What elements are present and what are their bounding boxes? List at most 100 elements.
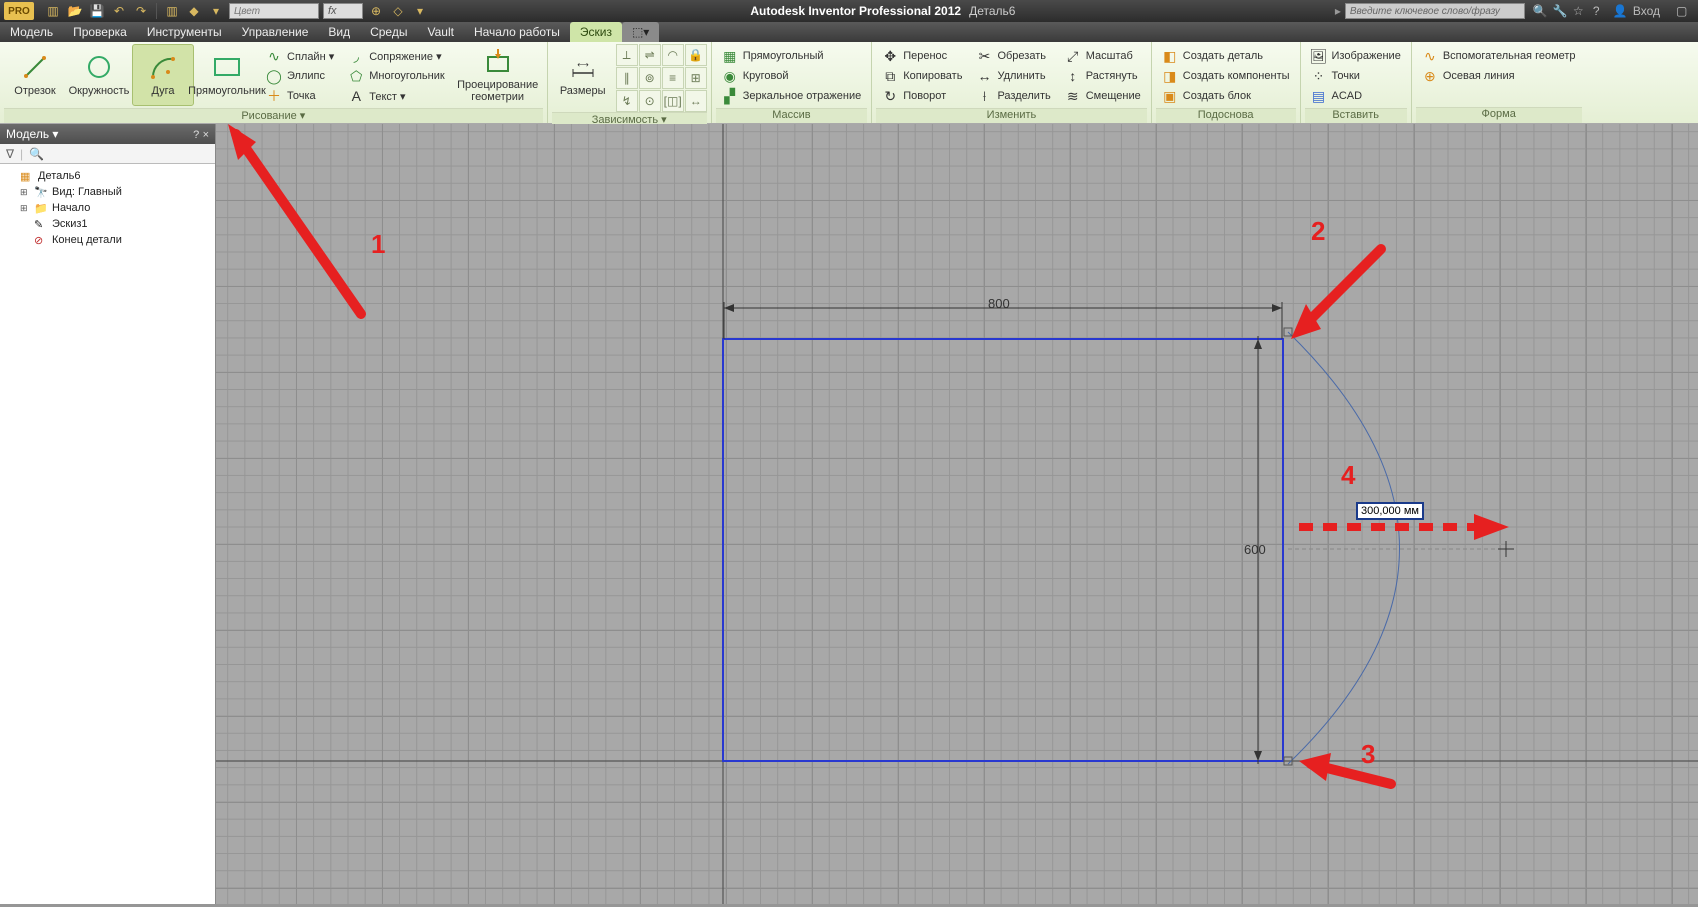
close-icon[interactable]: × <box>203 129 209 141</box>
make-comp-button[interactable]: ◨Создать компоненты <box>1158 66 1294 86</box>
constraint-icon[interactable]: ◠ <box>662 44 684 66</box>
tab-getstarted[interactable]: Начало работы <box>464 22 570 42</box>
fillet-button[interactable]: ◞Сопряжение ▾ <box>344 46 448 66</box>
qat-dropdown-icon[interactable]: ▾ <box>411 2 429 20</box>
tree-node[interactable]: ✎Эскиз1 <box>2 216 213 232</box>
dimension-button[interactable]: ⟷ Размеры <box>552 44 614 106</box>
app-badge[interactable]: PRO <box>4 2 34 20</box>
open-icon[interactable]: 📂 <box>66 2 84 20</box>
user-icon[interactable]: 👤 <box>1613 4 1627 18</box>
tree-node[interactable]: ▦Деталь6 <box>2 168 213 184</box>
key-icon[interactable]: 🔧 <box>1553 4 1567 18</box>
trim-button[interactable]: ✂Обрезать <box>972 46 1054 66</box>
segment-button[interactable]: Отрезок <box>4 44 66 106</box>
exchange-icon[interactable]: ☆ <box>1573 4 1587 18</box>
constraint-icon[interactable]: [◫] <box>662 90 684 112</box>
construction-button[interactable]: ∿Вспомогательная геометр <box>1418 46 1580 66</box>
extend-button[interactable]: ↔Удлинить <box>972 66 1054 86</box>
constraint-icon[interactable]: ↯ <box>616 90 638 112</box>
constraint-grid: ⟂ ⇌ ◠ 🔒 ∥ ⊚ ≡ ⊞ ↯ ⊙ [◫] ↔ <box>616 44 707 112</box>
qat-icon[interactable]: ▾ <box>207 2 225 20</box>
text-button[interactable]: AТекст ▾ <box>344 86 448 106</box>
dimension-input[interactable]: 300,000 мм <box>1356 502 1424 520</box>
help-icon[interactable]: ? <box>193 129 199 141</box>
tree-node[interactable]: ⊞🔭Вид: Главный <box>2 184 213 200</box>
dim-height[interactable]: 600 <box>1244 542 1266 557</box>
qat-icon[interactable]: ◆ <box>185 2 203 20</box>
project-geom-button[interactable]: Проецирование геометрии <box>453 44 543 106</box>
rect-pattern-button[interactable]: ▦Прямоугольный <box>718 46 866 66</box>
filter-icon[interactable]: ∇ <box>6 147 14 161</box>
tab-inspect[interactable]: Проверка <box>63 22 137 42</box>
constraint-icon[interactable]: ↔ <box>685 90 707 112</box>
scale-button[interactable]: ⤢Масштаб <box>1061 46 1145 66</box>
arc-button[interactable]: Дуга <box>132 44 194 106</box>
annotation-num-1: 1 <box>371 229 385 260</box>
split-button[interactable]: ⟊Разделить <box>972 86 1054 106</box>
centerline-button[interactable]: ⊕Осевая линия <box>1418 66 1580 86</box>
constraint-icon[interactable]: ≡ <box>662 67 684 89</box>
mirror-button[interactable]: ▞Зеркальное отражение <box>718 86 866 106</box>
tree-node[interactable]: ⊘Конец детали <box>2 232 213 248</box>
tab-view[interactable]: Вид <box>318 22 360 42</box>
tree-node[interactable]: ⊞📁Начало <box>2 200 213 216</box>
login-button[interactable]: Вход <box>1633 4 1660 18</box>
undo-icon[interactable]: ↶ <box>110 2 128 20</box>
circle-button[interactable]: Окружность <box>68 44 130 106</box>
tab-model[interactable]: Модель <box>0 22 63 42</box>
constraint-icon[interactable]: ⊞ <box>685 67 707 89</box>
tab-vault[interactable]: Vault <box>417 22 463 42</box>
circ-pattern-button[interactable]: ◉Круговой <box>718 66 866 86</box>
search-arrow-icon[interactable]: ▸ <box>1331 4 1345 18</box>
polygon-icon: ⬠ <box>348 68 364 84</box>
extend-icon: ↔ <box>976 68 992 84</box>
constraint-icon[interactable]: ⊙ <box>639 90 661 112</box>
image-button[interactable]: 🖼Изображение <box>1307 46 1405 66</box>
binoculars-icon[interactable]: 🔍 <box>1533 4 1547 18</box>
tab-sketch[interactable]: Эскиз <box>570 22 622 42</box>
qat-icon[interactable]: ⊕ <box>367 2 385 20</box>
ellipse-button[interactable]: ◯Эллипс <box>262 66 338 86</box>
constraint-icon[interactable]: ⟂ <box>616 44 638 66</box>
browser-title[interactable]: Модель ▾ <box>6 127 58 141</box>
help-icon[interactable]: ? <box>1593 4 1607 18</box>
rectangle-button[interactable]: Прямоугольник <box>196 44 258 106</box>
spline-icon: ∿ <box>266 48 282 64</box>
new-icon[interactable]: ▥ <box>44 2 62 20</box>
tab-env[interactable]: Среды <box>360 22 417 42</box>
tab-tools[interactable]: Инструменты <box>137 22 232 42</box>
polygon-button[interactable]: ⬠Многоугольник <box>344 66 448 86</box>
minimize-icon[interactable]: ▢ <box>1676 4 1690 18</box>
color-selector[interactable]: Цвет <box>229 3 319 19</box>
spline-button[interactable]: ∿Сплайн ▾ <box>262 46 338 66</box>
points-button[interactable]: ⁘Точки <box>1307 66 1405 86</box>
sketch-canvas[interactable]: 800 600 300,000 мм 1 2 3 4 <box>216 124 1698 904</box>
ribbon: Отрезок Окружность Дуга Прямоугольник ∿С… <box>0 42 1698 124</box>
tab-extra[interactable]: ⬚▾ <box>622 22 659 42</box>
annotation-num-3: 3 <box>1361 739 1375 770</box>
constraint-icon[interactable]: 🔒 <box>685 44 707 66</box>
point-button[interactable]: ＋Точка <box>262 86 338 106</box>
constraint-icon[interactable]: ⊚ <box>639 67 661 89</box>
mirror-icon: ▞ <box>722 88 738 104</box>
make-block-button[interactable]: ▣Создать блок <box>1158 86 1294 106</box>
move-button[interactable]: ✥Перенос <box>878 46 966 66</box>
save-icon[interactable]: 💾 <box>88 2 106 20</box>
tab-manage[interactable]: Управление <box>232 22 319 42</box>
constraint-icon[interactable]: ∥ <box>616 67 638 89</box>
search-input[interactable]: Введите ключевое слово/фразу <box>1345 3 1525 19</box>
copy-button[interactable]: ⧉Копировать <box>878 66 966 86</box>
dim-width[interactable]: 800 <box>988 296 1010 311</box>
constraint-icon[interactable]: ⇌ <box>639 44 661 66</box>
acad-button[interactable]: ▤ACAD <box>1307 86 1405 106</box>
make-part-button[interactable]: ◧Создать деталь <box>1158 46 1294 66</box>
stretch-button[interactable]: ↕Растянуть <box>1061 66 1145 86</box>
find-icon[interactable]: 🔍 <box>29 147 44 161</box>
pattern-icon: ◉ <box>722 68 738 84</box>
qat-icon[interactable]: ▥ <box>163 2 181 20</box>
rotate-button[interactable]: ↻Поворот <box>878 86 966 106</box>
qat-icon[interactable]: ◇ <box>389 2 407 20</box>
offset-button[interactable]: ≋Смещение <box>1061 86 1145 106</box>
redo-icon[interactable]: ↷ <box>132 2 150 20</box>
fx-box[interactable]: fx <box>323 3 363 19</box>
